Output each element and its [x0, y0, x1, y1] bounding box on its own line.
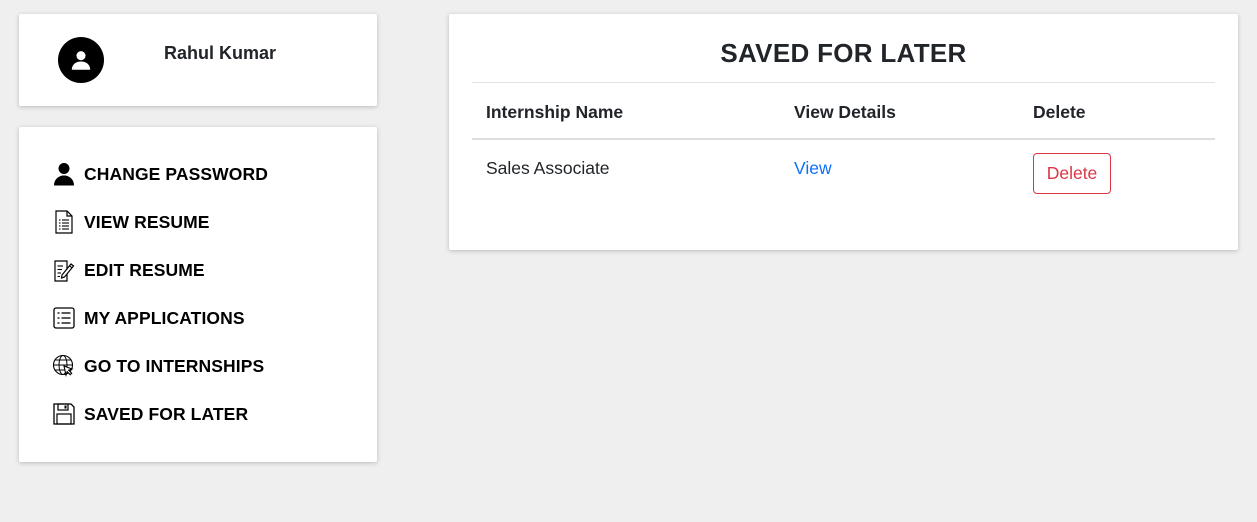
- header-divider: [472, 138, 1215, 140]
- menu-item-label: SAVED FOR LATER: [84, 403, 249, 424]
- column-header-delete: Delete: [1033, 102, 1086, 122]
- menu-item-label: MY APPLICATIONS: [84, 307, 245, 328]
- menu-item-label: EDIT RESUME: [84, 259, 205, 280]
- delete-button[interactable]: Delete: [1033, 153, 1111, 194]
- menu-item-change-password[interactable]: CHANGE PASSWORD: [52, 161, 268, 187]
- column-header-internship-name: Internship Name: [486, 102, 624, 122]
- document-icon: [52, 210, 76, 234]
- menu-item-edit-resume[interactable]: EDIT RESUME: [52, 257, 205, 283]
- title-divider: [472, 82, 1215, 83]
- column-header-view-details: View Details: [794, 102, 896, 122]
- profile-name: Rahul Kumar: [164, 43, 277, 63]
- menu-item-label: CHANGE PASSWORD: [84, 163, 268, 184]
- saved-internships-panel: SAVED FOR LATER Internship Name View Det…: [449, 14, 1238, 250]
- globe-cursor-icon: [52, 354, 76, 378]
- page-title: SAVED FOR LATER: [720, 38, 967, 68]
- menu-item-my-applications[interactable]: MY APPLICATIONS: [52, 305, 245, 331]
- edit-document-icon: [52, 258, 76, 282]
- menu-item-view-resume[interactable]: VIEW RESUME: [52, 209, 210, 235]
- profile-card: Rahul Kumar: [19, 14, 377, 106]
- sidebar-menu: CHANGE PASSWORD VIEW RESUME EDIT RESUME …: [19, 127, 377, 462]
- person-icon: [52, 162, 76, 186]
- menu-item-go-to-internships[interactable]: GO TO INTERNSHIPS: [52, 353, 264, 379]
- menu-item-label: GO TO INTERNSHIPS: [84, 355, 265, 376]
- view-details-link[interactable]: View: [794, 158, 832, 179]
- user-avatar-icon: [58, 37, 104, 83]
- list-icon: [52, 306, 76, 330]
- menu-item-saved-for-later[interactable]: SAVED FOR LATER: [52, 401, 248, 427]
- internship-name-cell: Sales Associate: [486, 158, 610, 178]
- floppy-disk-icon: [52, 402, 76, 426]
- menu-item-label: VIEW RESUME: [84, 211, 210, 232]
